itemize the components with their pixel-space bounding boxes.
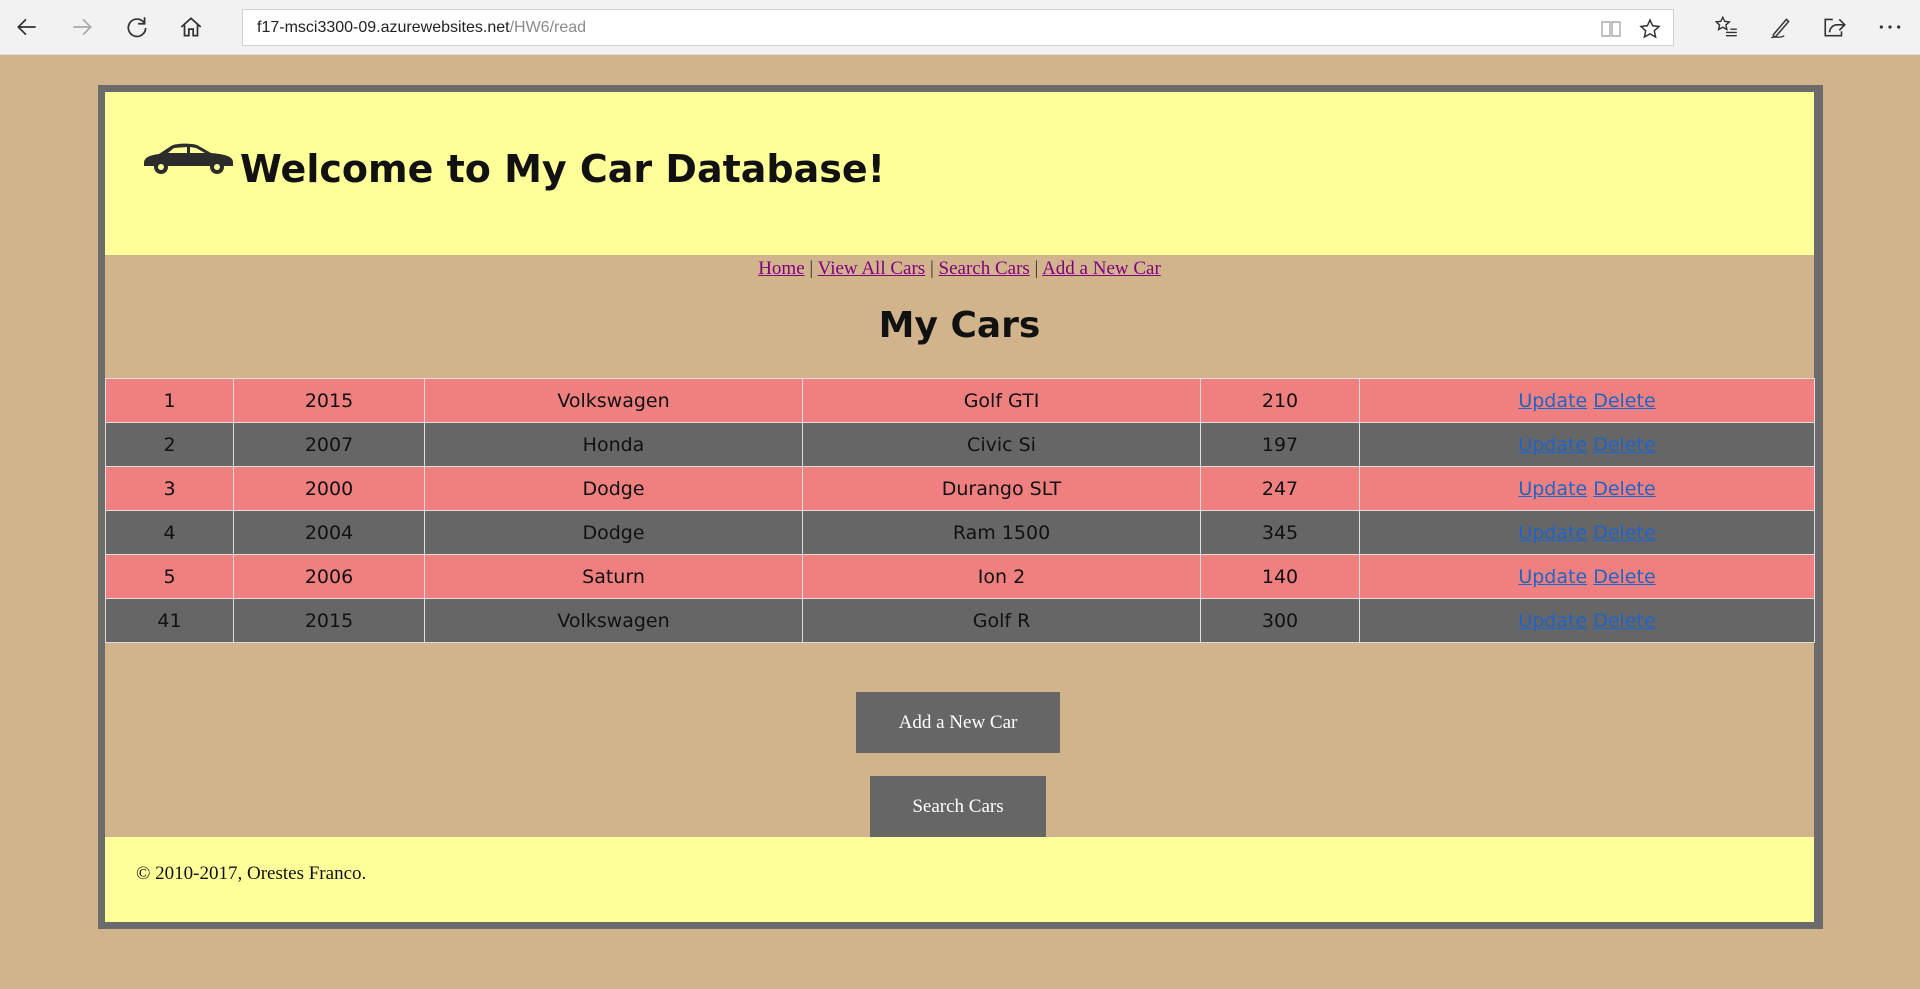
cell-make: Volkswagen: [424, 598, 803, 643]
site-footer: © 2010-2017, Orestes Franco.: [105, 837, 1814, 922]
cell-hp: 247: [1200, 466, 1360, 511]
cell-id: 5: [105, 554, 234, 599]
cell-id: 1: [105, 378, 234, 423]
cell-actions: Update Delete: [1359, 466, 1815, 511]
cell-model: Durango SLT: [802, 466, 1201, 511]
reading-view-icon[interactable]: [1599, 17, 1623, 41]
browser-toolbar: f17-msci3300-09.azurewebsites.net/HW6/re…: [0, 0, 1920, 55]
site-title: Welcome to My Car Database!: [240, 147, 885, 191]
url-host: f17-msci3300-09.azurewebsites.net: [257, 19, 510, 36]
search-cars-button[interactable]: Search Cars: [870, 776, 1046, 837]
cell-model: Ion 2: [802, 554, 1201, 599]
cell-hp: 197: [1200, 422, 1360, 467]
update-link[interactable]: Update: [1518, 610, 1587, 632]
delete-link[interactable]: Delete: [1593, 390, 1655, 412]
cell-actions: Update Delete: [1359, 422, 1815, 467]
refresh-icon[interactable]: [119, 9, 155, 45]
update-link[interactable]: Update: [1518, 390, 1587, 412]
cell-year: 2006: [233, 554, 425, 599]
cars-table: 1 2015 Volkswagen Golf GTI 210 Update Delete 2…: [105, 378, 1815, 643]
cell-hp: 345: [1200, 510, 1360, 555]
cell-actions: Update Delete: [1359, 378, 1815, 423]
table-row: 41 2015 Volkswagen Golf R 300 Update Delete: [105, 598, 1815, 643]
cell-id: 2: [105, 422, 234, 467]
cell-make: Dodge: [424, 510, 803, 555]
update-link[interactable]: Update: [1518, 478, 1587, 500]
cell-make: Honda: [424, 422, 803, 467]
cell-year: 2015: [233, 378, 425, 423]
back-arrow-icon[interactable]: [9, 9, 45, 45]
share-icon[interactable]: [1817, 9, 1853, 45]
cell-year: 2015: [233, 598, 425, 643]
forward-arrow-icon[interactable]: [64, 9, 100, 45]
cars-table-body: 1 2015 Volkswagen Golf GTI 210 Update Delete 2…: [105, 378, 1815, 643]
cell-year: 2007: [233, 422, 425, 467]
nav-add-new-car[interactable]: Add a New Car: [1042, 258, 1161, 279]
cell-model: Golf GTI: [802, 378, 1201, 423]
nav-separator: |: [1034, 258, 1039, 279]
cell-make: Dodge: [424, 466, 803, 511]
delete-link[interactable]: Delete: [1593, 478, 1655, 500]
cell-year: 2004: [233, 510, 425, 555]
table-row: 2 2007 Honda Civic Si 197 Update Delete: [105, 422, 1815, 467]
update-link[interactable]: Update: [1518, 522, 1587, 544]
favorites-list-icon[interactable]: [1708, 9, 1744, 45]
cell-actions: Update Delete: [1359, 598, 1815, 643]
add-new-car-button[interactable]: Add a New Car: [856, 692, 1060, 753]
cell-model: Ram 1500: [802, 510, 1201, 555]
delete-link[interactable]: Delete: [1593, 434, 1655, 456]
page-title: My Cars: [878, 305, 1041, 346]
table-row: 5 2006 Saturn Ion 2 140 Update Delete: [105, 554, 1815, 599]
address-bar[interactable]: f17-msci3300-09.azurewebsites.net/HW6/re…: [242, 9, 1674, 46]
main-nav: Home | View All Cars | Search Cars | Add…: [105, 258, 1814, 280]
delete-link[interactable]: Delete: [1593, 610, 1655, 632]
car-icon: [144, 143, 233, 174]
cell-id: 3: [105, 466, 234, 511]
cell-year: 2000: [233, 466, 425, 511]
delete-link[interactable]: Delete: [1593, 522, 1655, 544]
nav-separator: |: [929, 258, 934, 279]
update-link[interactable]: Update: [1518, 566, 1587, 588]
page-frame: Welcome to My Car Database! Home | View …: [98, 85, 1823, 929]
cell-id: 41: [105, 598, 234, 643]
page-container: Welcome to My Car Database! Home | View …: [105, 92, 1815, 922]
table-row: 3 2000 Dodge Durango SLT 247 Update Delete: [105, 466, 1815, 511]
update-link[interactable]: Update: [1518, 434, 1587, 456]
cell-model: Golf R: [802, 598, 1201, 643]
nav-search-cars[interactable]: Search Cars: [939, 258, 1030, 279]
cell-hp: 140: [1200, 554, 1360, 599]
site-header: Welcome to My Car Database!: [105, 92, 1814, 255]
cell-actions: Update Delete: [1359, 554, 1815, 599]
copyright-text: © 2010-2017, Orestes Franco.: [136, 863, 367, 884]
nav-separator: |: [809, 258, 814, 279]
home-icon[interactable]: [173, 9, 209, 45]
pen-icon[interactable]: [1763, 9, 1799, 45]
table-row: 4 2004 Dodge Ram 1500 345 Update Delete: [105, 510, 1815, 555]
star-icon[interactable]: [1638, 17, 1662, 41]
cell-model: Civic Si: [802, 422, 1201, 467]
delete-link[interactable]: Delete: [1593, 566, 1655, 588]
table-row: 1 2015 Volkswagen Golf GTI 210 Update Delete: [105, 378, 1815, 423]
url-path: /HW6/read: [509, 19, 587, 36]
cell-make: Saturn: [424, 554, 803, 599]
nav-home[interactable]: Home: [758, 258, 804, 279]
nav-view-all-cars[interactable]: View All Cars: [818, 258, 926, 279]
cell-actions: Update Delete: [1359, 510, 1815, 555]
cell-hp: 300: [1200, 598, 1360, 643]
cell-id: 4: [105, 510, 234, 555]
cell-make: Volkswagen: [424, 378, 803, 423]
more-icon[interactable]: [1872, 9, 1908, 45]
cell-hp: 210: [1200, 378, 1360, 423]
